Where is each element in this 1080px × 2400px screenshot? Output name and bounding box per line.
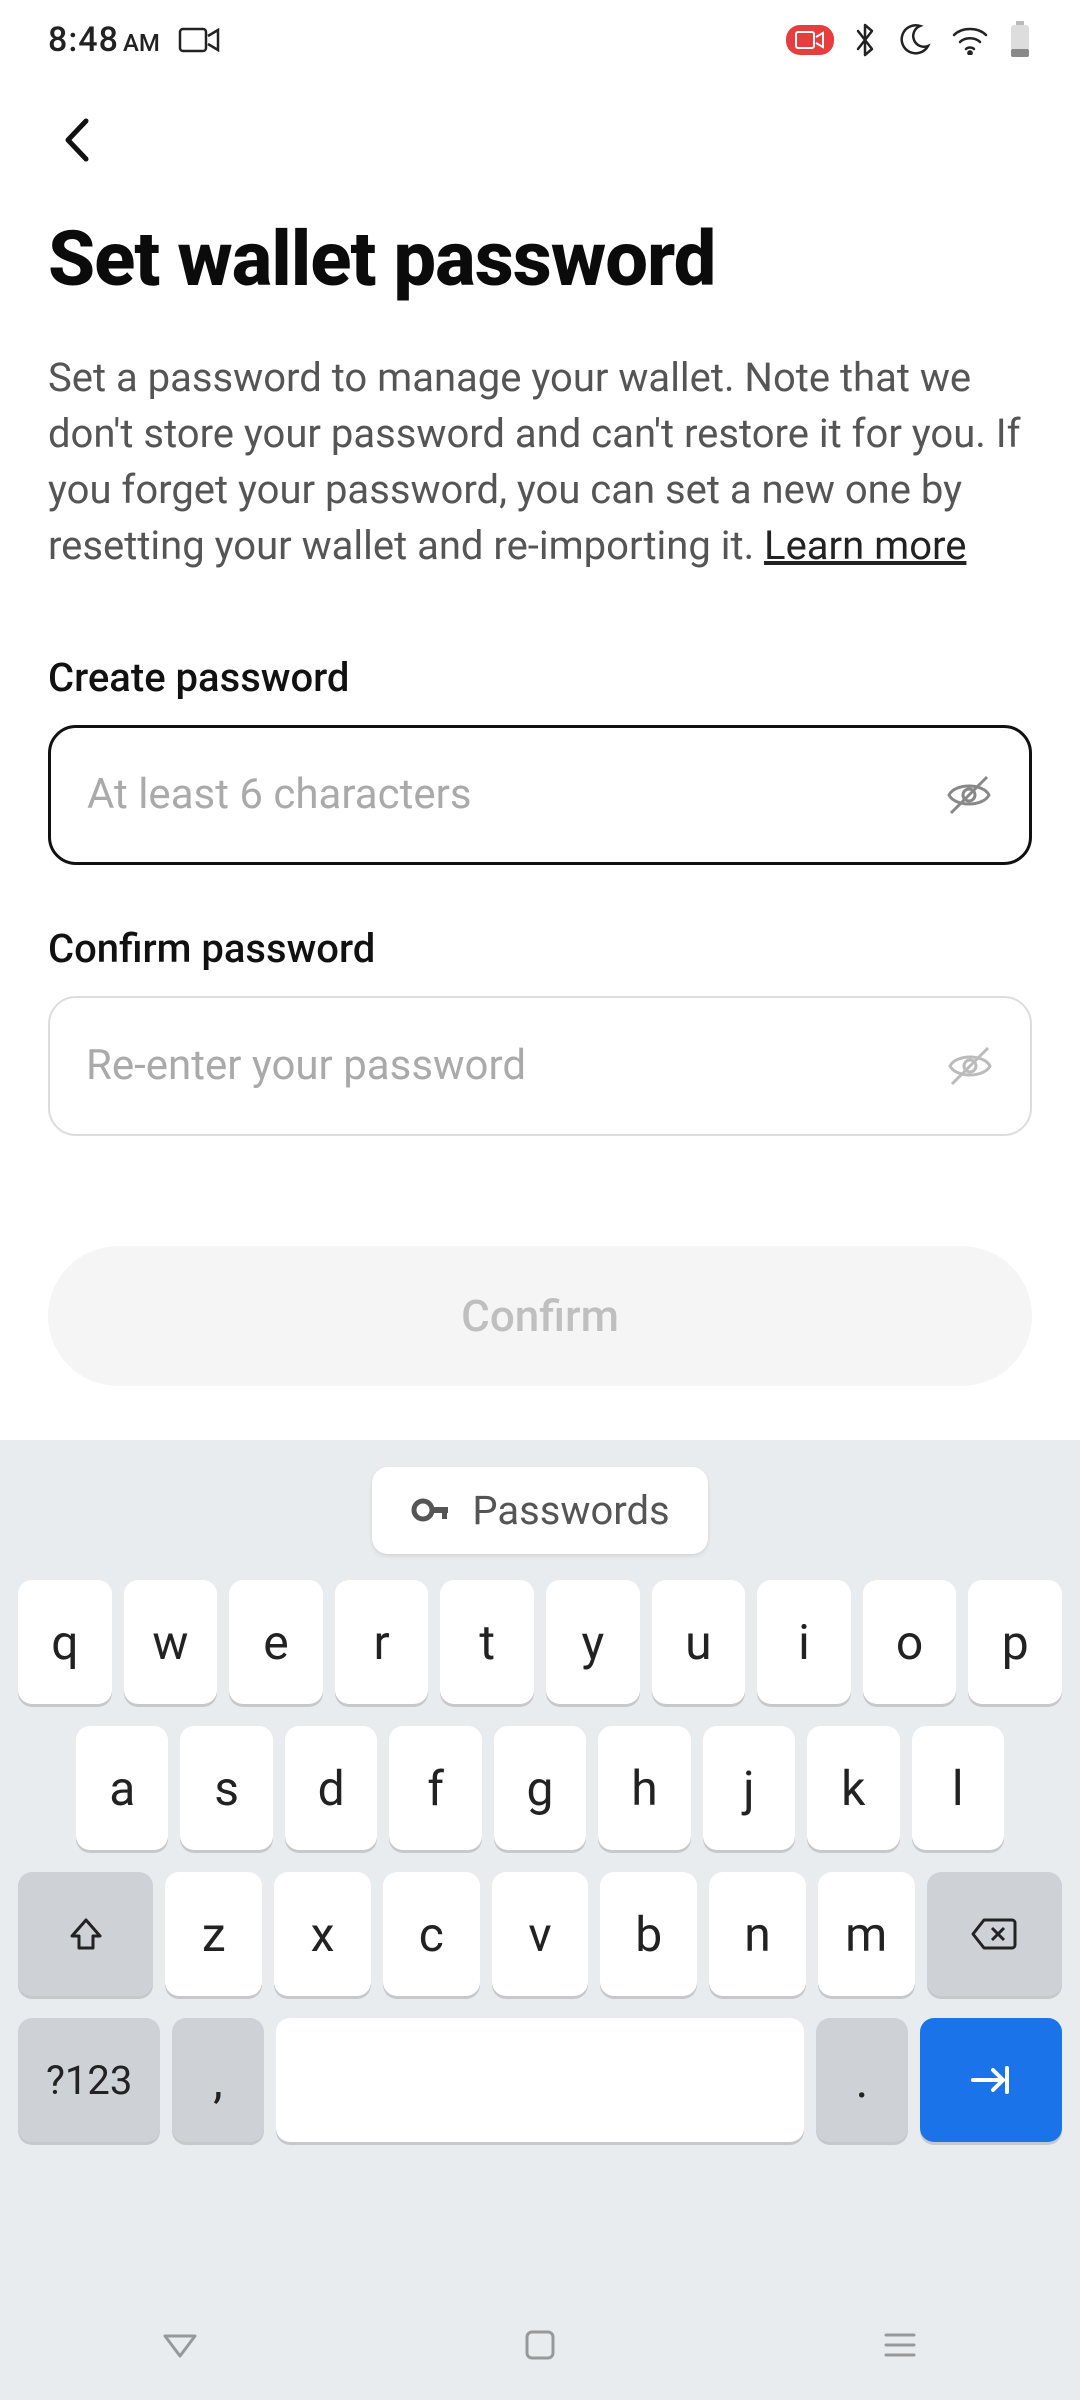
- key-x[interactable]: x: [274, 1872, 371, 1996]
- key-o[interactable]: o: [863, 1580, 957, 1704]
- nav-back-icon: [159, 2324, 201, 2366]
- key-u[interactable]: u: [652, 1580, 746, 1704]
- nav-back-button[interactable]: [150, 2315, 210, 2375]
- nav-home-button[interactable]: [510, 2315, 570, 2375]
- keyboard-row-3: z x c v b n m: [18, 1872, 1062, 1996]
- eye-off-icon: [942, 1038, 998, 1094]
- key-w[interactable]: w: [124, 1580, 218, 1704]
- bluetooth-icon: [852, 21, 878, 59]
- status-time-value: 8:48: [48, 20, 119, 60]
- screen-record-icon: [786, 25, 834, 55]
- passwords-suggestion-chip[interactable]: Passwords: [372, 1467, 707, 1554]
- keyboard-row-1: q w e r t y u i o p: [18, 1580, 1062, 1704]
- key-g[interactable]: g: [494, 1726, 586, 1850]
- page-title: Set wallet password: [48, 220, 1032, 300]
- battery-icon: [1008, 21, 1032, 59]
- keyboard-suggestion-bar: Passwords: [0, 1440, 1080, 1580]
- confirm-password-input[interactable]: [86, 1041, 920, 1090]
- key-f[interactable]: f: [389, 1726, 481, 1850]
- keyboard-row-2: a s d f g h j k l: [18, 1726, 1062, 1850]
- create-password-input-wrap[interactable]: [48, 725, 1032, 865]
- status-bar: 8:48AM: [0, 0, 1080, 80]
- create-password-group: Create password: [48, 654, 1032, 865]
- key-e[interactable]: e: [229, 1580, 323, 1704]
- key-y[interactable]: y: [546, 1580, 640, 1704]
- enter-next-icon: [967, 2062, 1015, 2098]
- create-password-input[interactable]: [87, 770, 919, 819]
- nav-home-icon: [521, 2326, 559, 2364]
- status-left: 8:48AM: [48, 20, 222, 60]
- page-description: Set a password to manage your wallet. No…: [48, 350, 1032, 574]
- header: [0, 80, 1080, 190]
- passwords-suggestion-label: Passwords: [472, 1487, 669, 1534]
- key-r[interactable]: r: [335, 1580, 429, 1704]
- wifi-icon: [950, 25, 990, 55]
- main-content: Set wallet password Set a password to ma…: [0, 190, 1080, 1386]
- key-k[interactable]: k: [807, 1726, 899, 1850]
- confirm-password-input-wrap[interactable]: [48, 996, 1032, 1136]
- status-time: 8:48AM: [48, 20, 160, 60]
- nav-recent-icon: [880, 2329, 920, 2361]
- keyboard-row-4: ?123 , .: [18, 2018, 1062, 2142]
- key-backspace[interactable]: [927, 1872, 1062, 1996]
- key-j[interactable]: j: [703, 1726, 795, 1850]
- backspace-icon: [970, 1916, 1018, 1952]
- chevron-left-icon: [58, 115, 98, 165]
- moon-dnd-icon: [896, 22, 932, 58]
- nav-recent-button[interactable]: [870, 2315, 930, 2375]
- key-h[interactable]: h: [598, 1726, 690, 1850]
- key-s[interactable]: s: [180, 1726, 272, 1850]
- back-button[interactable]: [48, 110, 108, 170]
- key-space[interactable]: [276, 2018, 804, 2142]
- keyboard-rows: q w e r t y u i o p a s d f g h j k: [0, 1580, 1080, 2142]
- key-i[interactable]: i: [757, 1580, 851, 1704]
- key-m[interactable]: m: [818, 1872, 915, 1996]
- confirm-password-group: Confirm password: [48, 925, 1032, 1136]
- confirm-button[interactable]: Confirm: [48, 1246, 1032, 1386]
- key-period[interactable]: .: [816, 2018, 907, 2142]
- key-shift[interactable]: [18, 1872, 153, 1996]
- key-d[interactable]: d: [285, 1726, 377, 1850]
- status-ampm: AM: [123, 29, 160, 57]
- soft-keyboard: Passwords q w e r t y u i o p a s d f: [0, 1440, 1080, 2400]
- key-enter[interactable]: [920, 2018, 1062, 2142]
- system-nav-bar: [0, 2290, 1080, 2400]
- learn-more-link[interactable]: Learn more: [764, 522, 966, 569]
- eye-off-icon: [941, 767, 997, 823]
- key-icon: [410, 1490, 450, 1530]
- toggle-visibility-confirm-button[interactable]: [940, 1036, 1000, 1096]
- key-l[interactable]: l: [912, 1726, 1004, 1850]
- key-c[interactable]: c: [383, 1872, 480, 1996]
- key-n[interactable]: n: [709, 1872, 806, 1996]
- confirm-password-label: Confirm password: [48, 925, 1032, 972]
- key-b[interactable]: b: [600, 1872, 697, 1996]
- key-p[interactable]: p: [968, 1580, 1062, 1704]
- key-q[interactable]: q: [18, 1580, 112, 1704]
- key-t[interactable]: t: [440, 1580, 534, 1704]
- shift-icon: [66, 1914, 106, 1954]
- key-symbols[interactable]: ?123: [18, 2018, 160, 2142]
- key-v[interactable]: v: [492, 1872, 589, 1996]
- confirm-button-label: Confirm: [461, 1290, 619, 1342]
- status-right: [786, 21, 1032, 59]
- key-comma[interactable]: ,: [172, 2018, 263, 2142]
- key-a[interactable]: a: [76, 1726, 168, 1850]
- create-password-label: Create password: [48, 654, 1032, 701]
- toggle-visibility-create-button[interactable]: [939, 765, 999, 825]
- video-camera-icon: [178, 25, 222, 55]
- key-z[interactable]: z: [165, 1872, 262, 1996]
